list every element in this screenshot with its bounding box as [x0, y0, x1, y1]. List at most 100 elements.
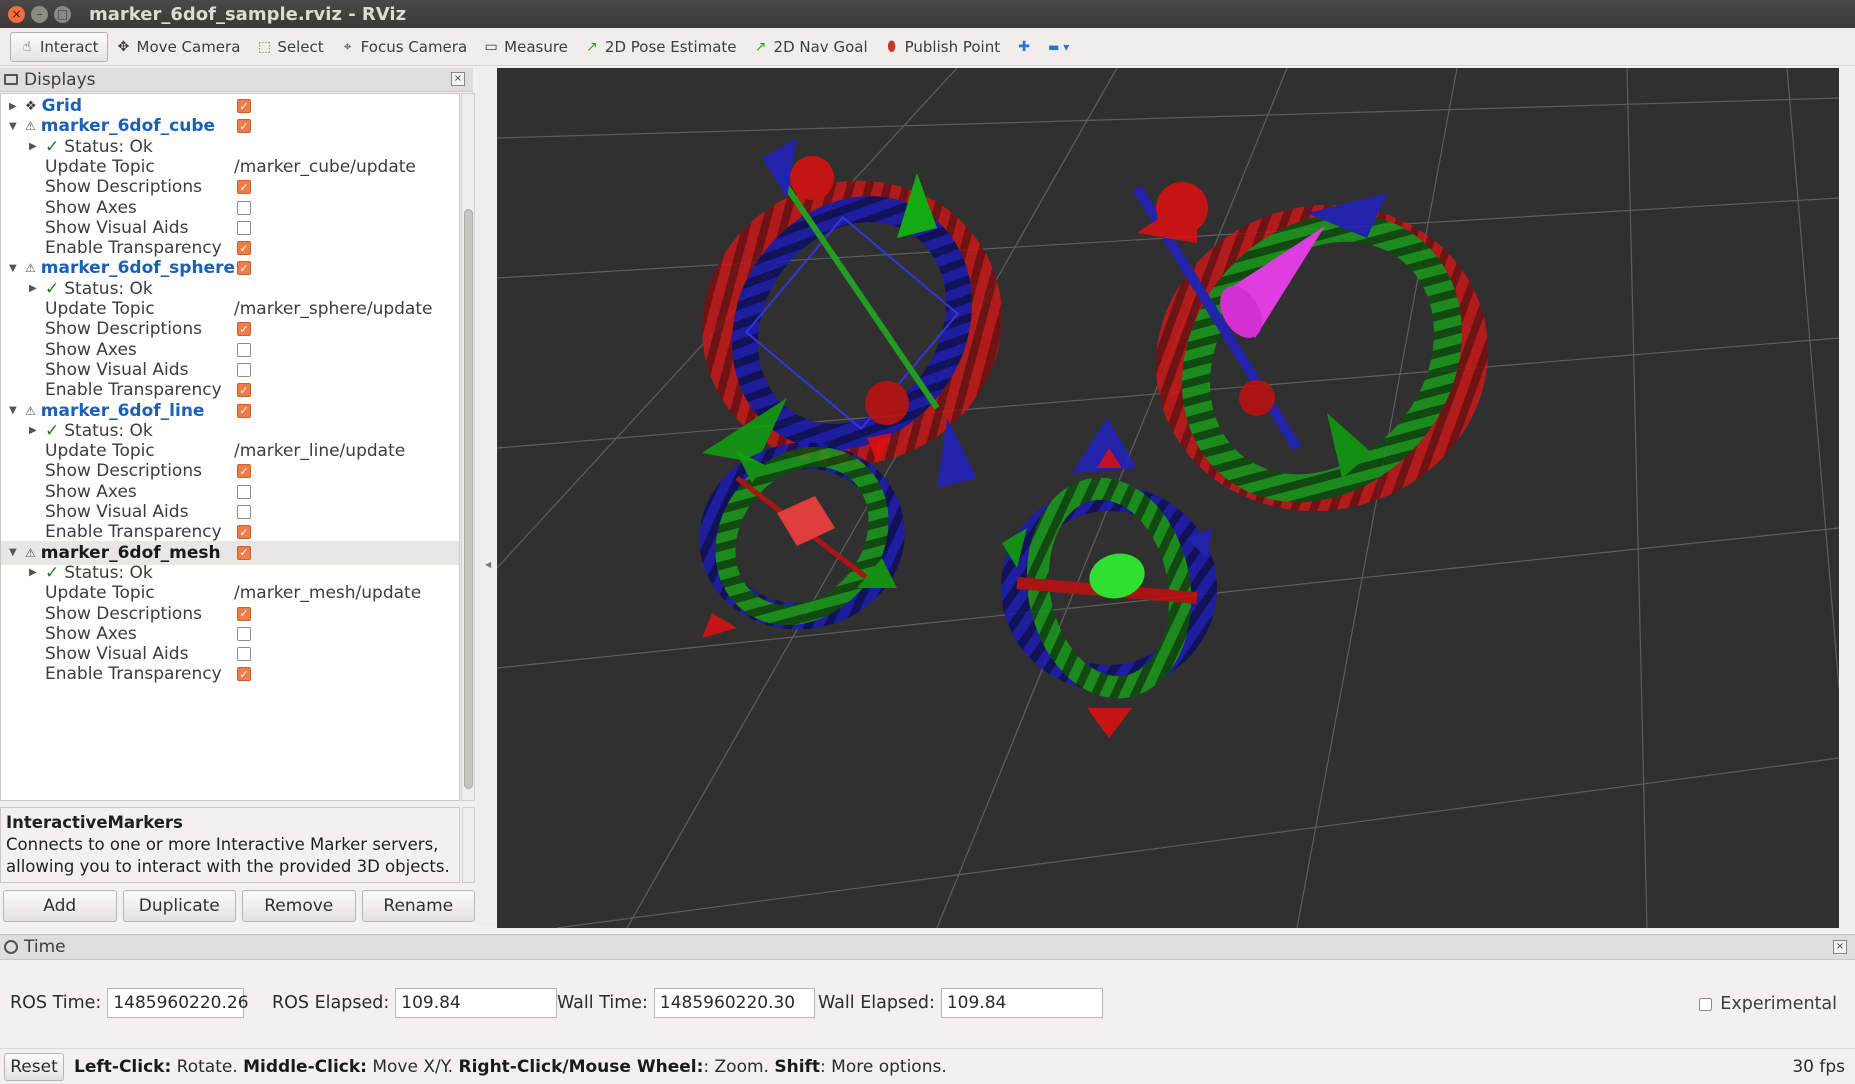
- add-tool-button[interactable]: ✚: [1008, 32, 1040, 62]
- tool-interact[interactable]: ☝ Interact: [10, 31, 108, 62]
- topic-value[interactable]: /marker_mesh/update: [234, 583, 421, 603]
- show-visual-aids-checkbox[interactable]: [237, 647, 251, 662]
- row-label-group: ✓ Status: Ok: [45, 137, 153, 157]
- view-right-scrollbar[interactable]: [1840, 68, 1855, 928]
- prop-label: Enable Transparency: [45, 238, 222, 259]
- wall-time-field: Wall Time: 1485960220.30: [557, 988, 815, 1018]
- show-visual-aids-checkbox[interactable]: [237, 505, 251, 519]
- minimize-window-button[interactable]: –: [31, 5, 48, 23]
- tool-move-camera[interactable]: ✥ Move Camera: [108, 32, 249, 62]
- rename-button[interactable]: Rename: [361, 890, 475, 922]
- topic-value[interactable]: /marker_sphere/update: [234, 299, 432, 319]
- displays-scrollbar-thumb[interactable]: [464, 209, 473, 789]
- tool-label: Select: [277, 37, 324, 56]
- prop-label: Update Topic: [45, 299, 155, 319]
- show-descriptions-checkbox[interactable]: ✓: [237, 606, 251, 621]
- status-ok-check-icon: ✓: [45, 136, 60, 157]
- hint-key: Left-Click:: [74, 1056, 172, 1077]
- show-axes-checkbox[interactable]: [237, 200, 251, 215]
- expand-arrow-icon[interactable]: ▶: [29, 283, 37, 294]
- show-descriptions-checkbox[interactable]: ✓: [237, 322, 251, 337]
- prop-label: Enable Transparency: [45, 522, 222, 543]
- expand-arrow-icon[interactable]: ▼: [9, 547, 17, 558]
- display-enable-checkbox[interactable]: ✓: [237, 261, 251, 276]
- render-view-3d[interactable]: [497, 68, 1839, 928]
- remove-button[interactable]: Remove: [242, 890, 356, 922]
- measure-icon: ▭: [484, 38, 498, 55]
- select-icon: ⬚: [257, 38, 271, 55]
- hint-text: Move X/Y.: [366, 1056, 459, 1077]
- minus-dropdown-icon: ▬ ▾: [1048, 39, 1070, 54]
- hint-text: : More options.: [820, 1056, 947, 1077]
- description-scrollbar[interactable]: [462, 807, 475, 883]
- ros-elapsed-input[interactable]: 109.84: [395, 988, 558, 1018]
- close-time-panel-button[interactable]: ×: [1833, 940, 1847, 954]
- row-label-group: Update Topic: [45, 157, 155, 177]
- add-button[interactable]: Add: [3, 890, 117, 922]
- render-canvas[interactable]: [497, 68, 1839, 928]
- wall-time-input[interactable]: 1485960220.30: [653, 988, 815, 1018]
- row-label-group: Show Descriptions: [45, 319, 202, 339]
- hint-text: Rotate.: [171, 1056, 244, 1077]
- close-window-button[interactable]: ×: [8, 5, 25, 23]
- tool-2d-pose-estimate[interactable]: ↗ 2D Pose Estimate: [576, 32, 745, 62]
- show-axes-checkbox[interactable]: [237, 626, 251, 641]
- show-descriptions-checkbox[interactable]: ✓: [237, 464, 251, 479]
- show-axes-checkbox[interactable]: [237, 342, 251, 357]
- move-camera-icon: ✥: [117, 38, 130, 55]
- enable-transparency-checkbox[interactable]: ✓: [237, 525, 251, 540]
- tool-label: Move Camera: [136, 37, 241, 56]
- expand-arrow-icon[interactable]: ▼: [9, 263, 17, 274]
- panel-splitter[interactable]: ◀: [476, 68, 496, 926]
- ros-time-input[interactable]: 1485960220.26: [107, 988, 249, 1018]
- prop-label: Show Descriptions: [45, 319, 202, 340]
- prop-label: Show Visual Aids: [45, 502, 189, 522]
- grid-enable-checkbox[interactable]: ✓: [237, 99, 251, 113]
- tool-select[interactable]: ⬚ Select: [248, 32, 331, 62]
- display-enable-checkbox[interactable]: ✓: [237, 119, 251, 134]
- prop-label: Show Visual Aids: [45, 217, 189, 238]
- show-descriptions-checkbox[interactable]: ✓: [237, 180, 251, 195]
- display-name: Grid: [41, 96, 82, 116]
- show-visual-aids-checkbox[interactable]: [237, 362, 251, 377]
- show-axes-checkbox[interactable]: [237, 484, 251, 499]
- enable-transparency-checkbox[interactable]: ✓: [237, 383, 251, 398]
- tool-2d-nav-goal[interactable]: ↗ 2D Nav Goal: [745, 32, 876, 62]
- status-ok-check-icon: ✓: [45, 562, 60, 583]
- experimental-toggle[interactable]: Experimental: [1699, 994, 1837, 1014]
- topic-value[interactable]: /marker_cube/update: [234, 157, 416, 177]
- close-displays-panel-button[interactable]: ×: [451, 72, 465, 86]
- display-enable-checkbox[interactable]: ✓: [237, 545, 251, 560]
- marker-6dof-mesh: [1001, 448, 1217, 738]
- expand-arrow-icon[interactable]: ▶: [29, 141, 37, 152]
- expand-arrow-icon[interactable]: ▶: [29, 567, 37, 578]
- show-visual-aids-checkbox[interactable]: [237, 220, 251, 235]
- remove-tool-button[interactable]: ▬ ▾: [1040, 32, 1077, 62]
- topic-value[interactable]: /marker_line/update: [234, 441, 405, 461]
- expand-arrow-icon[interactable]: ▶: [29, 425, 37, 436]
- duplicate-button[interactable]: Duplicate: [122, 890, 236, 922]
- row-label-group: Show Axes: [45, 198, 137, 218]
- wall-elapsed-input[interactable]: 109.84: [940, 988, 1103, 1018]
- tool-measure[interactable]: ▭ Measure: [475, 32, 576, 62]
- time-panel-header: Time ×: [0, 934, 1855, 960]
- clock-icon: [4, 940, 18, 954]
- expand-arrow-icon[interactable]: ▶: [9, 101, 17, 112]
- status-ok-check-icon: ✓: [45, 420, 60, 441]
- nav-goal-icon: ↗: [754, 38, 767, 55]
- collapse-arrow-icon[interactable]: ◀: [485, 560, 491, 569]
- maximize-window-button[interactable]: □: [54, 5, 71, 23]
- tool-publish-point[interactable]: ⬮ Publish Point: [876, 32, 1008, 62]
- display-name: marker_6dof_line: [40, 400, 205, 421]
- enable-transparency-checkbox[interactable]: ✓: [237, 667, 251, 682]
- reset-button[interactable]: Reset: [4, 1052, 64, 1081]
- display-enable-checkbox[interactable]: ✓: [237, 403, 251, 418]
- displays-scrollbar[interactable]: [461, 93, 475, 801]
- row-label-group: Update Topic: [45, 441, 155, 461]
- experimental-checkbox[interactable]: [1699, 997, 1713, 1011]
- expand-arrow-icon[interactable]: ▼: [9, 405, 17, 416]
- enable-transparency-checkbox[interactable]: ✓: [237, 241, 251, 256]
- tool-focus-camera[interactable]: ⌖ Focus Camera: [332, 32, 475, 62]
- enable-transparency-row[interactable]: Enable Transparency ✓: [1, 662, 459, 686]
- expand-arrow-icon[interactable]: ▼: [9, 121, 17, 132]
